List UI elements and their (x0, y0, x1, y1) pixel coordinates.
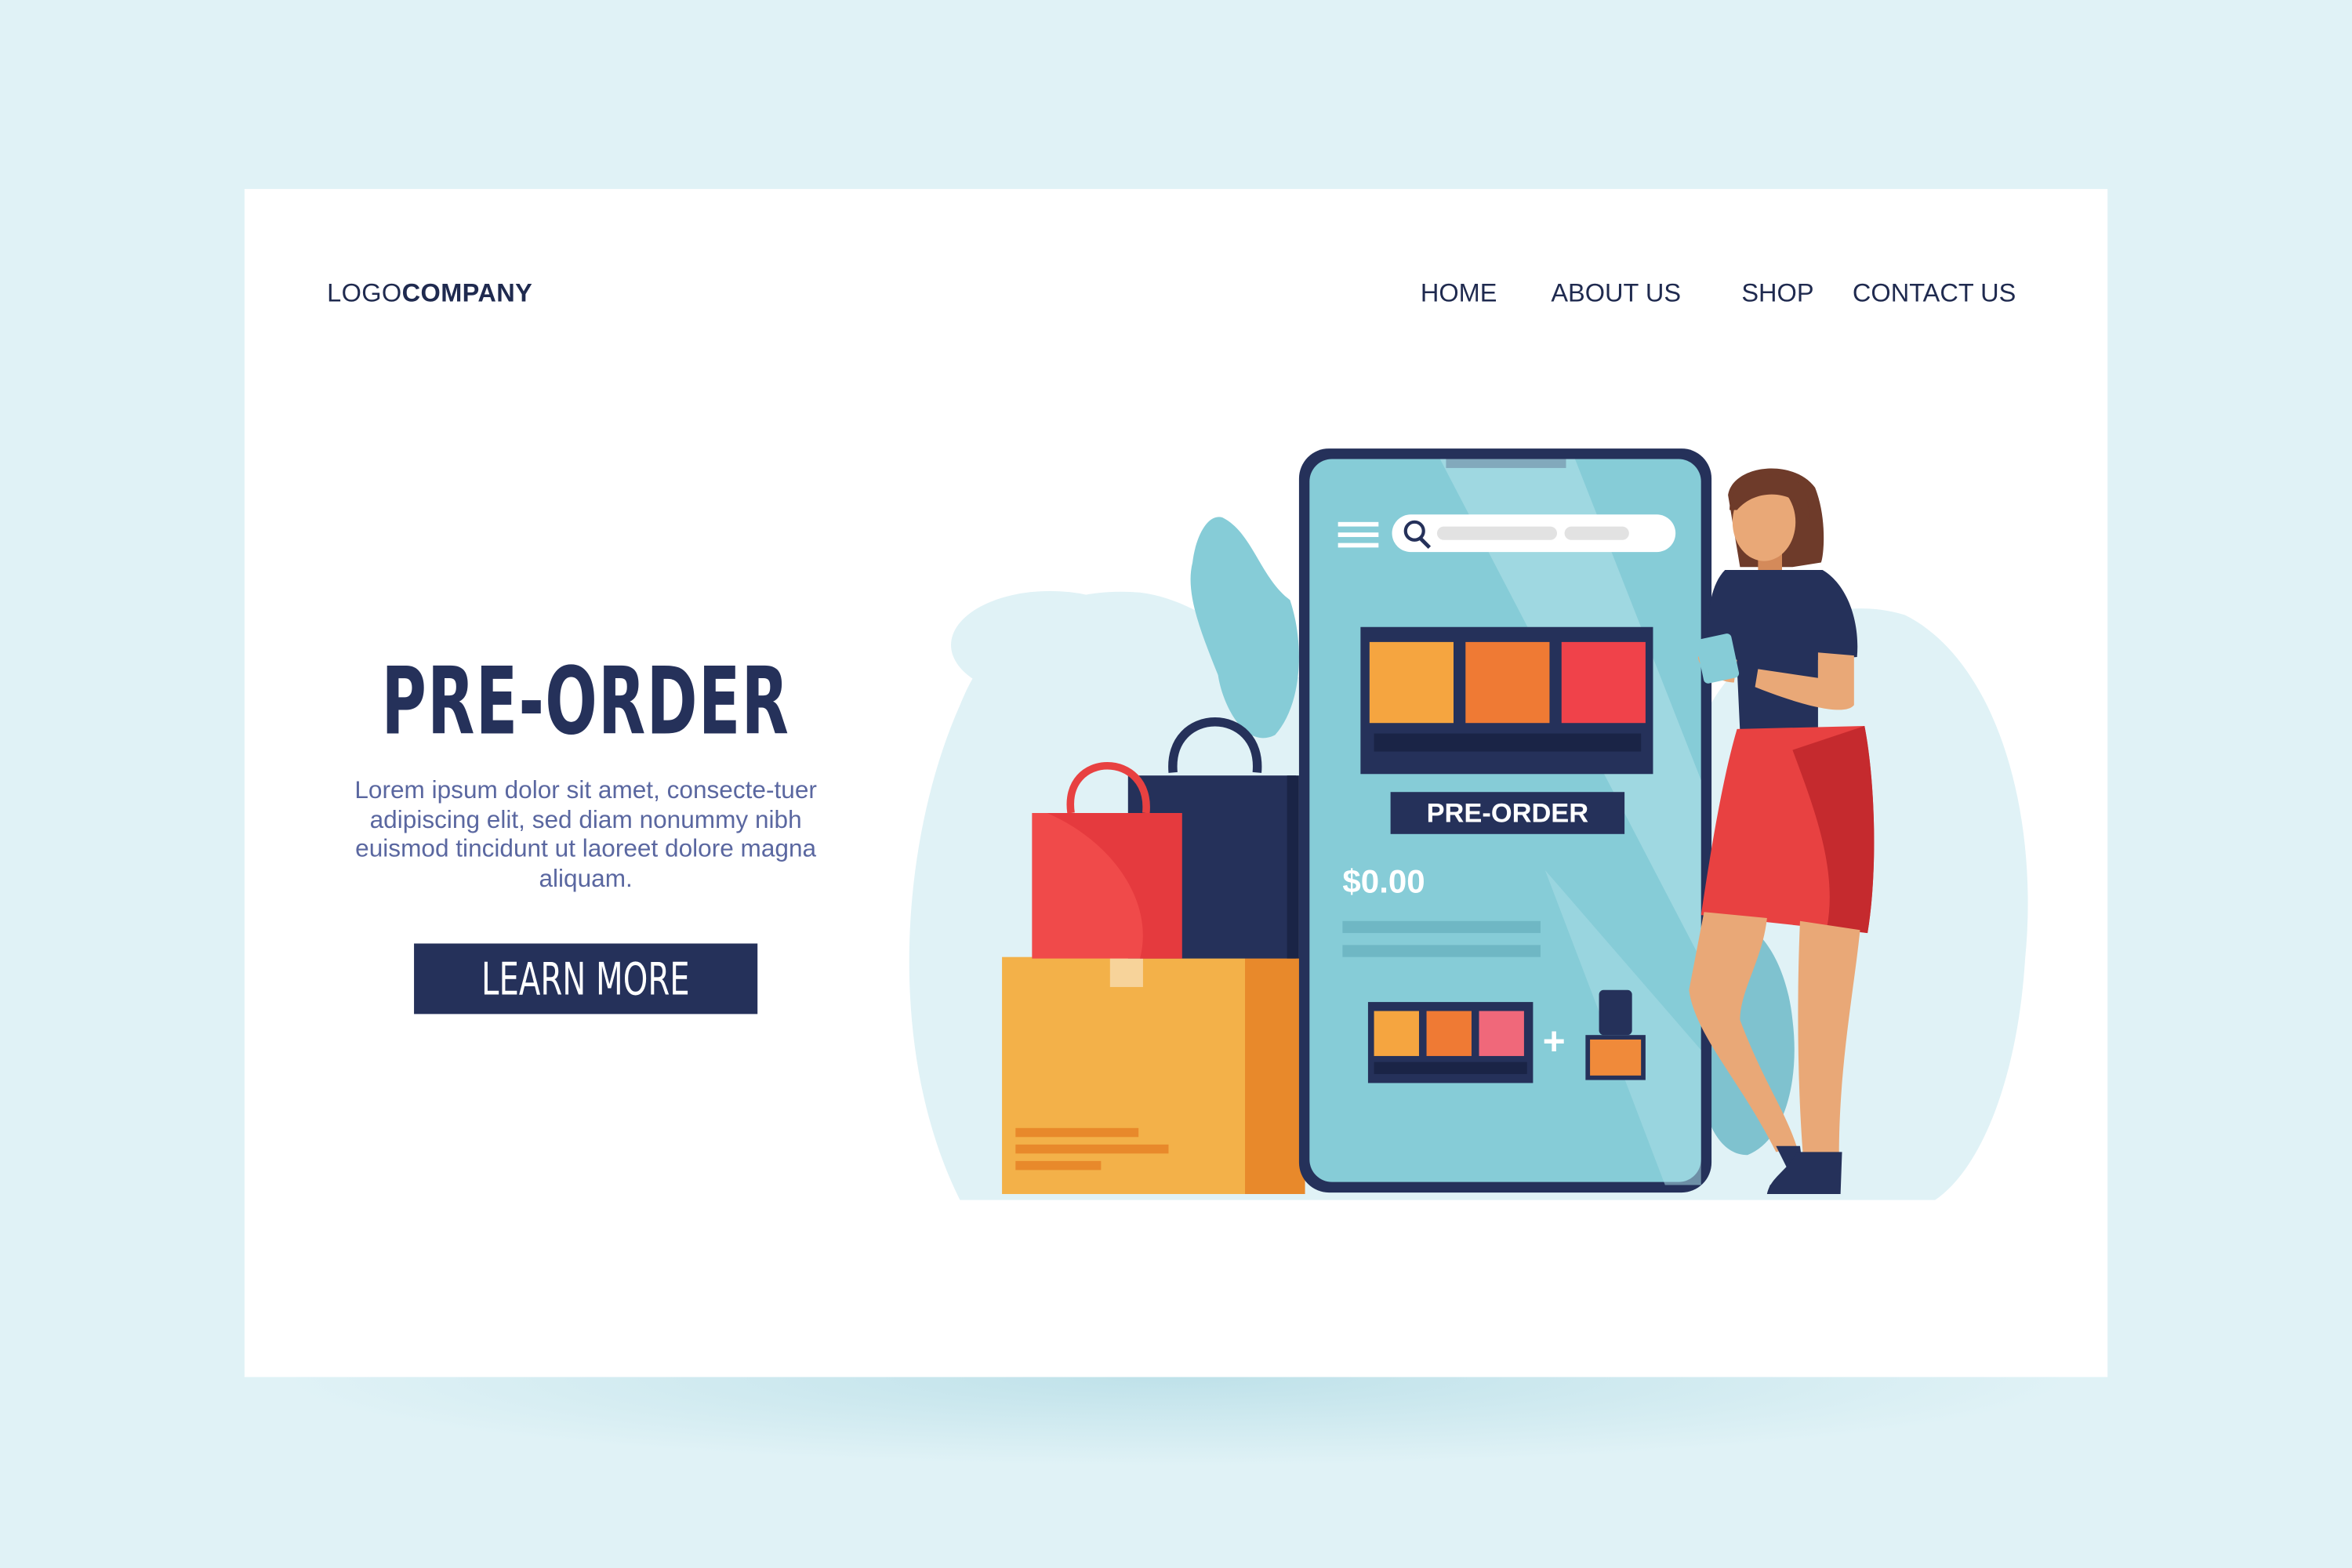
page-stage: LOGOCOMPANY HOME ABOUT US SHOP CONTACT U… (0, 0, 2352, 1568)
bundle-palette (1367, 1002, 1534, 1083)
smartphone: PRE-ORDER $0.00 + (1298, 448, 1712, 1193)
pre-order-illustration: PRE-ORDER $0.00 + (909, 448, 2028, 1200)
hamburger-menu-icon[interactable] (1338, 521, 1379, 548)
cardboard-box (1002, 956, 1305, 1194)
phone-price: $0.00 (1342, 862, 1425, 899)
phone-pre-order-label: PRE-ORDER (1427, 798, 1589, 828)
product-palette-card[interactable] (1360, 626, 1653, 775)
plus-sign: + (1543, 1019, 1566, 1063)
phone-pre-order-button[interactable]: PRE-ORDER (1390, 792, 1625, 834)
